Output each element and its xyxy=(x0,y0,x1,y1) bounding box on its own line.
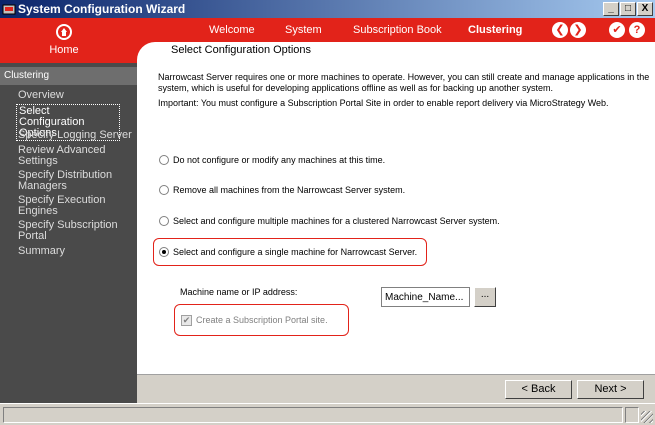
radio-button[interactable] xyxy=(159,155,169,165)
tab-system[interactable]: System xyxy=(285,24,322,36)
home-label: Home xyxy=(49,44,79,56)
machine-name-input[interactable]: Machine_Name... xyxy=(381,287,470,307)
back-arrow-icon[interactable]: ❮ xyxy=(552,22,568,38)
radio-button-selected[interactable] xyxy=(159,247,169,257)
finish-check-icon[interactable]: ✔ xyxy=(609,22,625,38)
sidebar-item-overview[interactable]: Overview xyxy=(18,90,64,101)
forward-arrow-icon[interactable]: ❯ xyxy=(570,22,586,38)
tab-subscription-book[interactable]: Subscription Book xyxy=(353,24,442,36)
option-label: Select and configure multiple machines f… xyxy=(173,216,500,226)
status-pane xyxy=(3,407,623,423)
status-pane-small xyxy=(625,407,639,423)
intro-text: Narrowcast Server requires one or more m… xyxy=(158,72,650,93)
tab-clustering[interactable]: Clustering xyxy=(468,24,522,36)
help-icon[interactable]: ? xyxy=(629,22,645,38)
option-label: Do not configure or modify any machines … xyxy=(173,155,386,165)
page-title: Select Configuration Options xyxy=(171,44,312,56)
machine-name-label: Machine name or IP address: xyxy=(180,287,298,297)
minimize-button[interactable]: _ xyxy=(603,2,619,16)
sidebar-heading: Clustering xyxy=(0,67,137,85)
tab-welcome[interactable]: Welcome xyxy=(209,24,255,36)
sidebar-item-specify-distribution-managers[interactable]: Specify Distribution Managers xyxy=(18,170,118,192)
sidebar-item-summary[interactable]: Summary xyxy=(18,246,65,257)
radio-button[interactable] xyxy=(159,216,169,226)
home-button[interactable]: Home xyxy=(0,18,137,63)
resize-grip-icon[interactable] xyxy=(641,411,653,423)
close-button[interactable]: X xyxy=(637,2,653,16)
sidebar-item-specify-subscription-portal[interactable]: Specify Subscription Portal xyxy=(18,220,118,242)
radio-button[interactable] xyxy=(159,185,169,195)
option-label: Remove all machines from the Narrowcast … xyxy=(173,185,406,195)
create-portal-checkbox[interactable]: ✔ xyxy=(181,315,192,326)
home-icon xyxy=(56,24,72,40)
back-button[interactable]: < Back xyxy=(505,380,572,399)
maximize-button[interactable]: □ xyxy=(620,2,636,16)
title-bar: System Configuration Wizard _ □ X xyxy=(0,0,655,18)
sidebar-item-specify-logging-server[interactable]: Specify Logging Server xyxy=(18,130,132,141)
sidebar: Clustering Overview Select Configuration… xyxy=(0,63,137,403)
app-icon xyxy=(2,4,16,15)
status-bar xyxy=(0,403,655,425)
footer-divider xyxy=(137,374,655,375)
sidebar-item-specify-execution-engines[interactable]: Specify Execution Engines xyxy=(18,195,118,217)
window-title: System Configuration Wizard xyxy=(18,2,186,16)
important-note: Important: You must configure a Subscrip… xyxy=(158,98,609,108)
sidebar-item-review-advanced-settings[interactable]: Review Advanced Settings xyxy=(18,145,118,167)
option-label: Select and configure a single machine fo… xyxy=(173,247,418,257)
create-portal-label: Create a Subscription Portal site. xyxy=(196,315,328,325)
browse-button[interactable]: ... xyxy=(474,287,496,307)
next-button[interactable]: Next > xyxy=(577,380,644,399)
